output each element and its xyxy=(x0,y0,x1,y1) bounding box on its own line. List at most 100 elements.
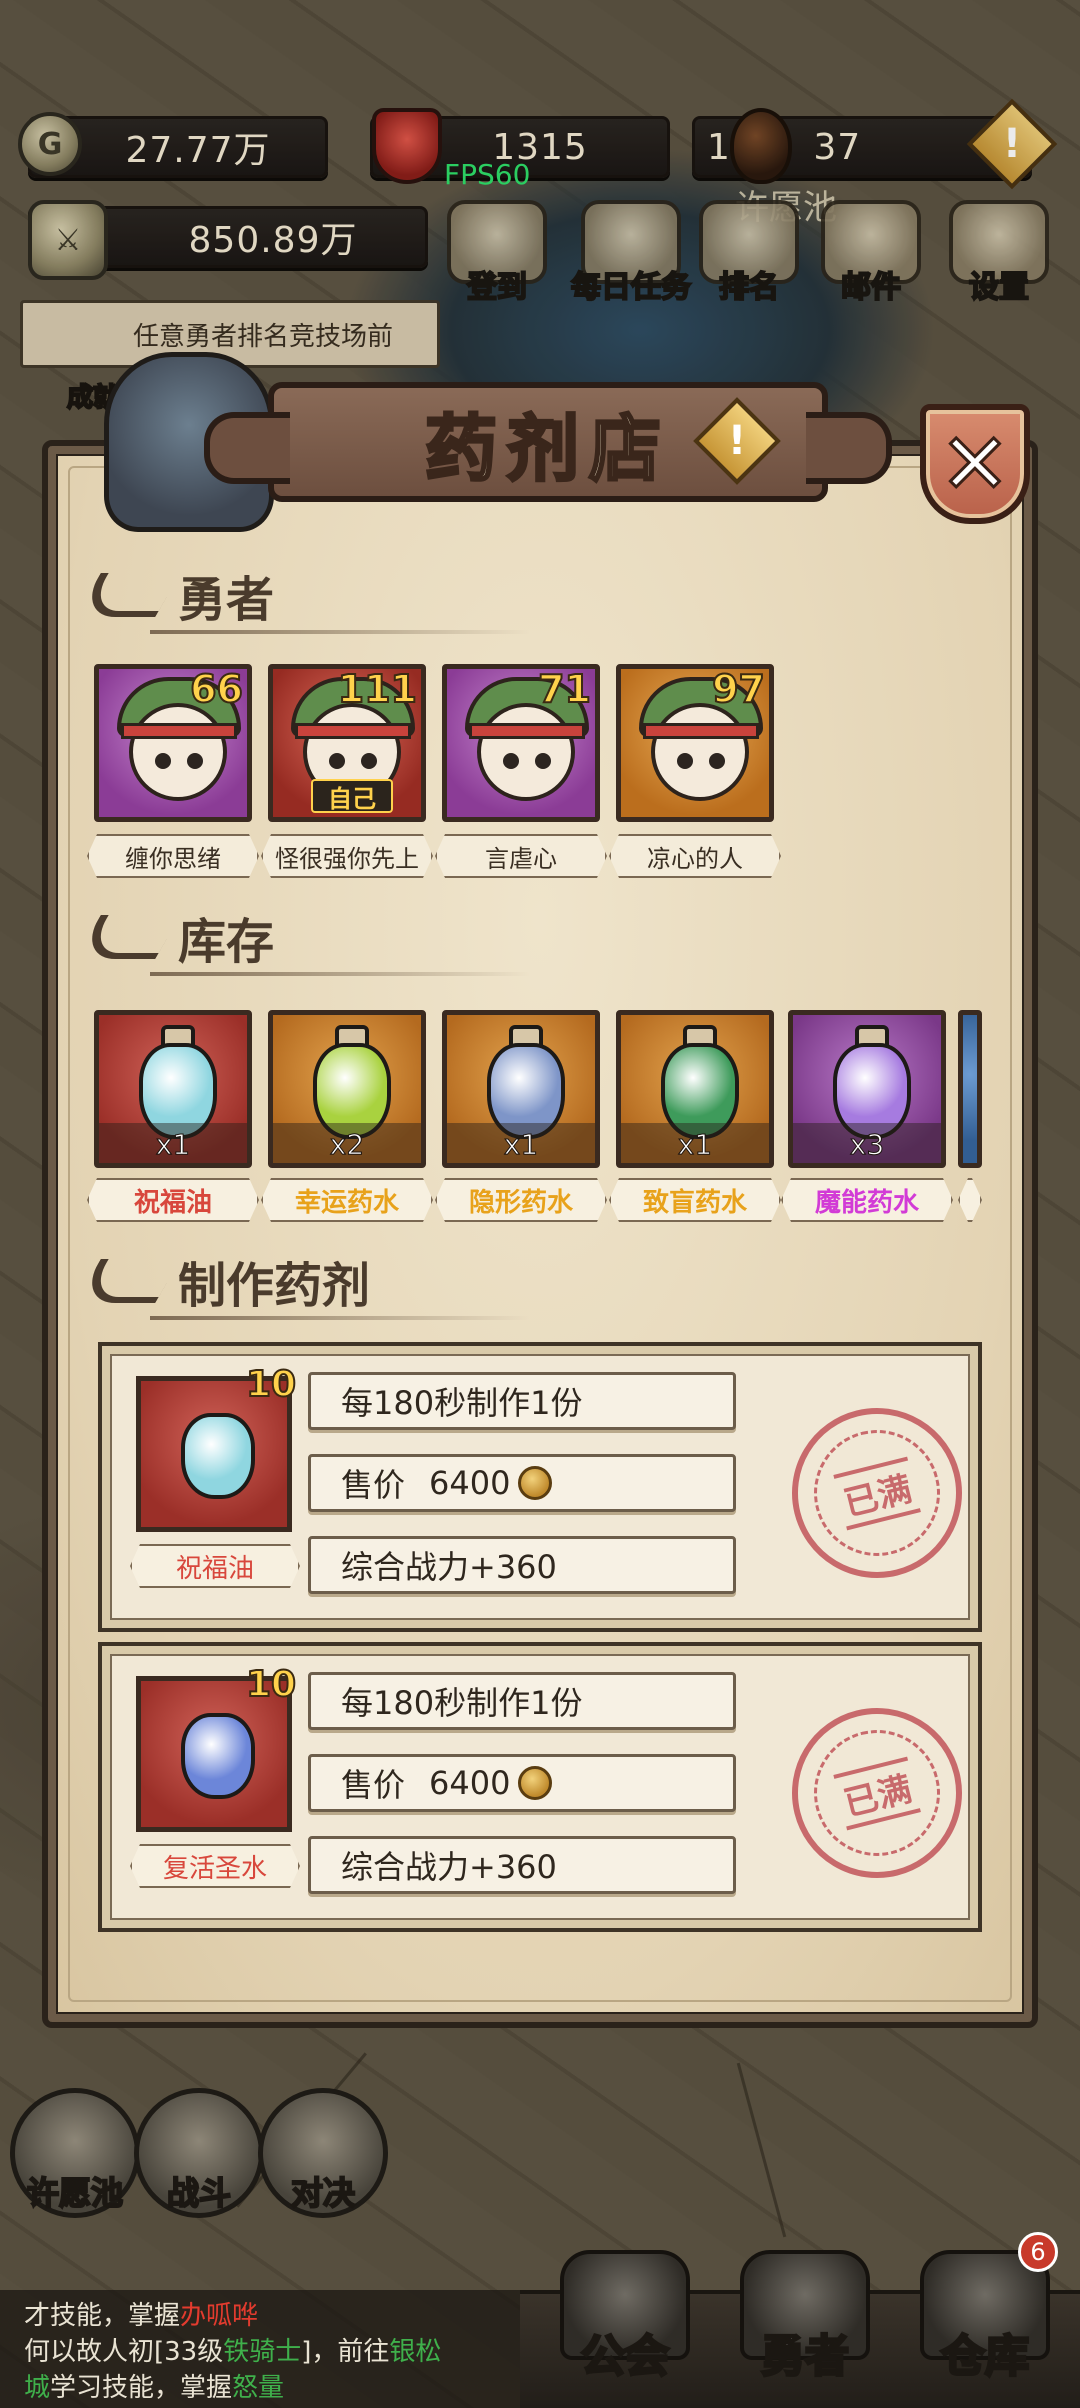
item-quantity: x1 xyxy=(503,1128,539,1162)
inventory-slot[interactable]: x1 xyxy=(94,1010,252,1168)
potion-icon xyxy=(181,1413,255,1499)
item-name: 幸运药水 xyxy=(261,1178,433,1222)
hero-headband xyxy=(643,723,759,739)
flourish-icon xyxy=(75,915,181,959)
recipe-power: 综合战力+360 xyxy=(308,1536,736,1594)
section-heading: 勇者 xyxy=(178,572,275,628)
hero-portrait[interactable]: 97 xyxy=(616,664,774,822)
recipe-power-text: 综合战力+360 xyxy=(341,1848,557,1886)
recipe-name: 祝福油 xyxy=(130,1544,300,1588)
hero-face xyxy=(129,703,227,801)
close-icon: ✕ xyxy=(938,414,1011,515)
item-quantity: x2 xyxy=(329,1128,365,1162)
stamp-text: 已满 xyxy=(833,1456,921,1530)
chat-line: 何以故人初[33级铁骑士]，前往银松 xyxy=(24,2334,496,2370)
inventory-slot[interactable]: x1 xyxy=(442,1010,600,1168)
nav-guild[interactable]: 公会 xyxy=(540,2250,710,2384)
full-stamp: 已满 xyxy=(773,1689,981,1897)
chat-log[interactable]: 才技能，掌握办呱哗 何以故人初[33级铁骑士]，前往银松 城学习技能，掌握怒量 xyxy=(0,2290,520,2408)
chat-text: 学习技能，掌握 xyxy=(50,2373,233,2403)
hero-level: 66 xyxy=(189,667,244,712)
chat-line: 城学习技能，掌握怒量 xyxy=(24,2370,496,2406)
chat-text: 何以故人初[33级 xyxy=(24,2337,224,2367)
chat-highlight: 怒量 xyxy=(232,2373,285,2403)
recipe-rate-text: 每180秒制作1份 xyxy=(341,1384,583,1422)
recipe-rate: 每180秒制作1份 xyxy=(308,1372,736,1430)
hero-level: 111 xyxy=(337,667,418,712)
hero-level: 97 xyxy=(711,667,766,712)
chat-line: 才技能，掌握办呱哗 xyxy=(24,2298,496,2334)
price-label: 售价 xyxy=(341,1466,406,1504)
nav-label: 勇者 xyxy=(760,2330,851,2384)
hero-eye xyxy=(155,753,171,769)
divider xyxy=(150,1316,530,1320)
item-name: 致盲药水 xyxy=(609,1178,781,1222)
hero-name: 凉心的人 xyxy=(609,834,781,878)
chat-highlight: 办呱哗 xyxy=(180,2301,259,2331)
item-quantity: x3 xyxy=(849,1128,885,1162)
chat-text: 才技能，掌握 xyxy=(24,2301,181,2331)
self-marker: 自己 xyxy=(311,779,393,813)
recipe-level: 10 xyxy=(245,1663,297,1706)
recipe-card[interactable]: 10 复活圣水 每180秒制作1份 售价 6400 综合战力+360 已满 xyxy=(98,1642,982,1932)
section-heading: 制作药剂 xyxy=(178,1258,371,1314)
inventory-slot[interactable]: x3 xyxy=(788,1010,946,1168)
recipe-price: 售价 6400 xyxy=(308,1454,736,1512)
hero-name: 怪很强你先上 xyxy=(261,834,433,878)
hero-eye xyxy=(535,753,551,769)
hero-eye xyxy=(187,753,203,769)
recipe-name: 复活圣水 xyxy=(130,1844,300,1888)
chat-highlight: 铁骑士 xyxy=(223,2337,302,2367)
nav-label: 仓库 xyxy=(940,2330,1031,2384)
recipe-level: 10 xyxy=(245,1363,297,1406)
inventory-slot[interactable]: x2 xyxy=(268,1010,426,1168)
warehouse-badge: 6 xyxy=(1018,2232,1058,2272)
recipe-rate: 每180秒制作1份 xyxy=(308,1672,736,1730)
chat-highlight: 银松 xyxy=(389,2337,442,2367)
stamp-text: 已满 xyxy=(833,1756,921,1830)
section-inventory-title: 库存 xyxy=(75,902,275,972)
hero-eye xyxy=(361,753,377,769)
price-label: 售价 xyxy=(341,1766,406,1804)
chat-text: ]，前往 xyxy=(301,2337,390,2367)
recipe-price: 售价 6400 xyxy=(308,1754,736,1812)
item-name: 祝福油 xyxy=(87,1178,259,1222)
hero-name: 缠你思绪 xyxy=(87,834,259,878)
hero-headband xyxy=(295,723,411,739)
flourish-icon xyxy=(75,573,181,617)
divider xyxy=(150,630,530,634)
flourish-icon xyxy=(75,1259,181,1303)
hero-name: 言虐心 xyxy=(435,834,607,878)
duel-label: 对决 xyxy=(290,2173,356,2213)
hero-eye xyxy=(677,753,693,769)
price-value: 6400 xyxy=(429,1764,511,1802)
item-quantity: x1 xyxy=(677,1128,713,1162)
potion-icon xyxy=(181,1713,255,1799)
section-craft-title: 制作药剂 xyxy=(75,1246,371,1316)
hero-portrait[interactable]: 111 自己 xyxy=(268,664,426,822)
nav-heroes[interactable]: 勇者 xyxy=(720,2250,890,2384)
item-name: 隐形药水 xyxy=(435,1178,607,1222)
hero-face xyxy=(477,703,575,801)
hero-portrait[interactable]: 66 xyxy=(94,664,252,822)
section-heading: 库存 xyxy=(178,914,275,970)
close-button[interactable]: ✕ xyxy=(920,404,1030,524)
recipe-rate-text: 每180秒制作1份 xyxy=(341,1684,583,1722)
recipe-power: 综合战力+360 xyxy=(308,1836,736,1894)
recipe-power-text: 综合战力+360 xyxy=(341,1548,557,1586)
price-value: 6400 xyxy=(429,1464,511,1502)
inventory-slot-partial[interactable] xyxy=(958,1010,982,1168)
divider xyxy=(150,972,530,976)
hero-headband xyxy=(469,723,585,739)
hero-eye xyxy=(709,753,725,769)
inventory-slot[interactable]: x1 xyxy=(616,1010,774,1168)
section-heroes-title: 勇者 xyxy=(75,560,275,630)
modal-title: 药剂店 xyxy=(423,404,671,492)
gold-coin-icon xyxy=(518,1766,553,1800)
hero-portrait[interactable]: 71 xyxy=(442,664,600,822)
hero-level: 71 xyxy=(537,667,592,712)
recipe-card[interactable]: 10 祝福油 每180秒制作1份 售价 6400 综合战力+360 已满 xyxy=(98,1342,982,1632)
hero-eye xyxy=(329,753,345,769)
chat-highlight: 城 xyxy=(24,2373,51,2403)
item-name: 魔能药水 xyxy=(781,1178,953,1222)
